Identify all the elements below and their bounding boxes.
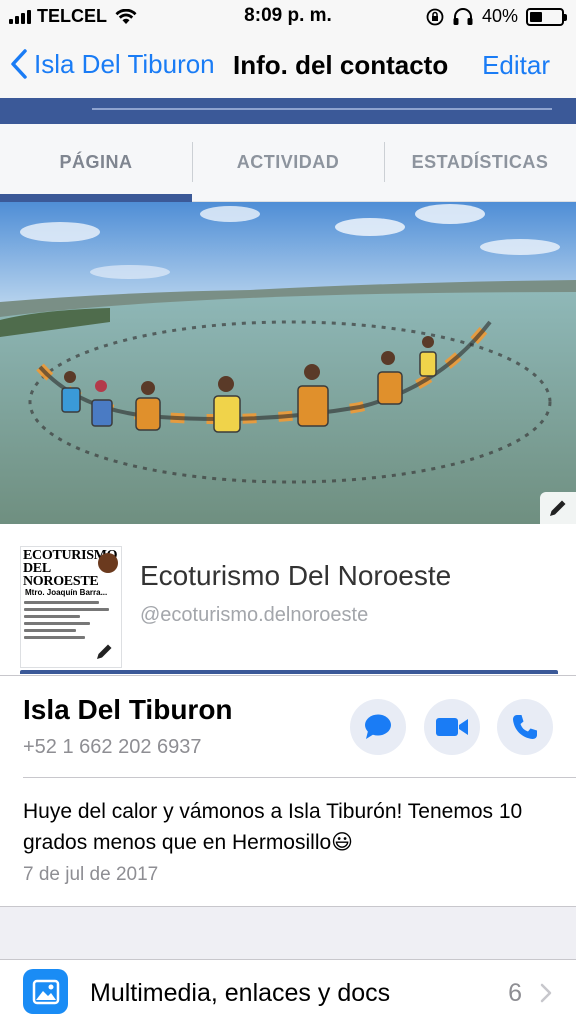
pencil-icon (550, 500, 566, 516)
back-label: Isla Del Tiburon (34, 48, 215, 79)
tab-pagina[interactable]: PÁGINA (0, 124, 192, 202)
status-right: 40% (426, 6, 567, 27)
rotation-lock-icon (426, 8, 444, 25)
page-handle: @ecoturismo.delnoroeste (140, 604, 369, 626)
call-button[interactable] (497, 699, 553, 755)
chevron-right-icon (540, 983, 552, 1003)
battery-percent: 40% (481, 6, 518, 26)
battery-icon (526, 7, 567, 26)
cover-photo[interactable] (0, 202, 576, 524)
headphones-icon (453, 7, 473, 25)
page-title: Info. del contacto (233, 50, 449, 80)
facebook-page-card: ECOTURISMO DEL NOROESTE Mtro. Joaquín Ba… (0, 524, 576, 674)
media-count: 6 (508, 979, 522, 1007)
video-call-button[interactable] (424, 699, 480, 755)
divider (23, 777, 576, 778)
media-label: Multimedia, enlaces y docs (90, 979, 391, 1007)
facebook-tabs: PÁGINA ACTIVIDAD ESTADÍSTICAS (0, 124, 576, 202)
video-icon (436, 718, 468, 736)
media-links-docs-row[interactable]: Multimedia, enlaces y docs 6 (0, 960, 576, 1024)
chevron-left-icon (11, 49, 27, 79)
message-button[interactable] (350, 699, 406, 755)
tab-actividad[interactable]: ACTIVIDAD (192, 124, 384, 201)
thumb-text-lines (21, 597, 121, 639)
edit-cover-button[interactable] (540, 492, 576, 524)
status-bar: TELCEL 8:09 p. m. 40% (0, 0, 576, 32)
back-button[interactable]: Isla Del Tiburon (10, 48, 215, 80)
page-name[interactable]: Ecoturismo Del Noroeste (140, 560, 451, 592)
navigation-bar: Isla Del Tiburon Info. del contacto Edit… (0, 32, 576, 98)
facebook-header-strip (0, 98, 576, 124)
divider (0, 675, 576, 676)
section-spacer (0, 906, 576, 960)
status-date: 7 de jul de 2017 (23, 864, 159, 885)
photos-icon (23, 969, 68, 1014)
contact-phone[interactable]: +52 1 662 202 6937 (23, 736, 202, 759)
tab-estadisticas[interactable]: ESTADÍSTICAS (384, 124, 576, 201)
contact-name: Isla Del Tiburon (23, 694, 233, 725)
status-message: Huye del calor y vámonos a Isla Tiburón!… (23, 800, 523, 854)
thumb-subtitle: Mtro. Joaquín Barra... (25, 588, 108, 597)
phone-icon (513, 715, 537, 739)
logo-icon (98, 553, 118, 573)
edit-button[interactable]: Editar (482, 50, 550, 81)
pencil-icon[interactable] (95, 641, 115, 661)
message-icon (365, 714, 391, 739)
page-profile-picture[interactable]: ECOTURISMO DEL NOROESTE Mtro. Joaquín Ba… (20, 546, 122, 668)
card-accent-bar (20, 670, 558, 674)
